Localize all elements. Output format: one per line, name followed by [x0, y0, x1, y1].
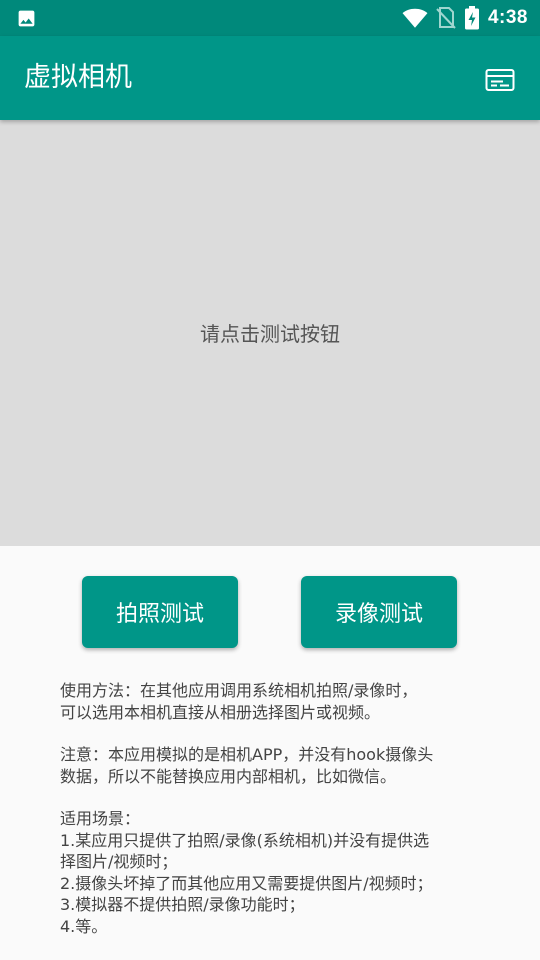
scene-item: 4.等。: [60, 916, 108, 936]
image-icon: [18, 10, 35, 27]
no-sim-icon: [436, 7, 456, 29]
status-bar: 4:38: [0, 0, 540, 36]
clock: 4:38: [487, 7, 528, 28]
scene-item: 择图片/视频时；: [60, 852, 178, 871]
video-test-button[interactable]: 录像测试: [301, 576, 457, 648]
battery-charging-icon: [464, 6, 479, 30]
scene-item: 1.某应用只提供了拍照/录像(系统相机)并没有提供选: [60, 830, 430, 850]
note-line: 注意：本应用模拟的是相机APP，并没有hook摄像头: [60, 745, 434, 764]
test-buttons: 拍照测试 录像测试: [0, 576, 540, 648]
photo-test-button[interactable]: 拍照测试: [82, 576, 238, 648]
scenes-title: 适用场景：: [60, 809, 141, 828]
usage-line: 可以选用本相机直接从相册选择图片或视频。: [60, 702, 381, 722]
card-icon: [485, 69, 515, 91]
scene-item: 3.模拟器不提供拍照/录像功能时；: [60, 895, 305, 914]
preview-hint: 请点击测试按钮: [200, 322, 340, 346]
status-icons: 4:38: [402, 0, 528, 36]
wifi-icon: [402, 8, 428, 28]
camera-preview: 请点击测试按钮: [0, 120, 540, 546]
usage-line: 使用方法：在其他应用调用系统相机拍照/录像时，: [60, 681, 418, 700]
instructions: 使用方法：在其他应用调用系统相机拍照/录像时， 可以选用本相机直接从相册选择图片…: [60, 680, 490, 937]
note-line: 数据，所以不能替换应用内部相机，比如微信。: [60, 766, 397, 786]
app-title: 虚拟相机: [24, 62, 132, 93]
card-action-button[interactable]: [480, 60, 520, 100]
app-bar: 虚拟相机: [0, 36, 540, 120]
scene-item: 2.摄像头坏掉了而其他应用又需要提供图片/视频时；: [60, 873, 433, 893]
